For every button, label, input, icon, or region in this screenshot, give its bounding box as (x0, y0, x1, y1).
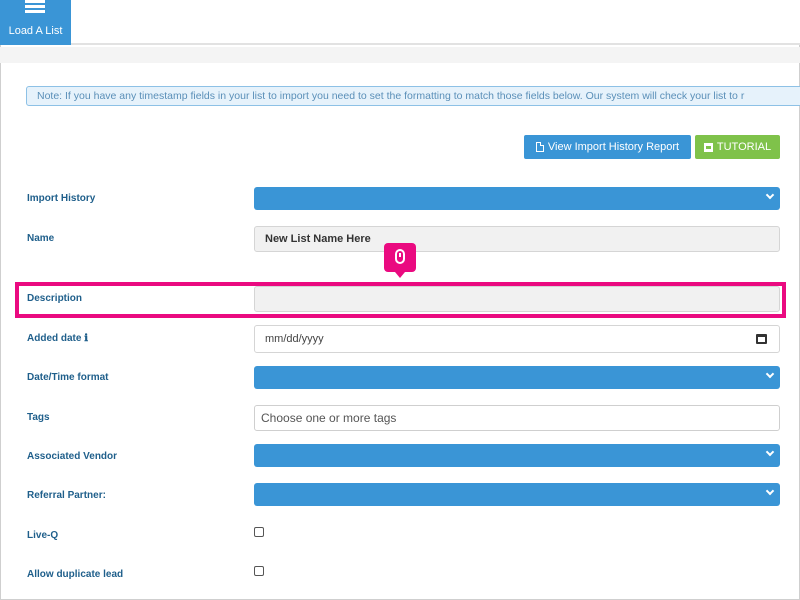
tutorial-label: TUTORIAL (716, 141, 772, 153)
chevron-down-icon (765, 369, 775, 379)
chevron-down-icon (765, 190, 775, 200)
referral-partner-label: Referral Partner: (27, 490, 106, 501)
view-import-history-label: View Import History Report (547, 141, 680, 153)
live-q-label: Live-Q (27, 530, 59, 541)
click-indicator (384, 243, 416, 278)
tutorial-button[interactable]: TUTORIAL (695, 135, 780, 159)
live-q-checkbox[interactable] (254, 527, 264, 537)
referral-partner-select[interactable] (254, 483, 780, 506)
allow-duplicate-lead-label: Allow duplicate lead (27, 569, 124, 580)
tab-label: Load A List (8, 25, 63, 37)
import-history-label: Import History (27, 193, 96, 204)
datetime-format-select[interactable] (254, 366, 780, 389)
mouse-icon (395, 249, 405, 264)
date-placeholder: mm/dd/yyyy (265, 333, 324, 345)
datetime-format-label: Date/Time format (27, 372, 109, 383)
description-label: Description (27, 293, 83, 304)
chevron-down-icon (765, 447, 775, 457)
info-note: Note: If you have any timestamp fields i… (26, 86, 800, 106)
view-import-history-button[interactable]: View Import History Report (524, 135, 691, 159)
tags-input[interactable]: Choose one or more tags (254, 405, 780, 431)
associated-vendor-select[interactable] (254, 444, 780, 467)
image-icon (703, 142, 713, 152)
import-history-select[interactable] (254, 187, 780, 210)
name-input[interactable]: New List Name Here (254, 226, 780, 252)
chevron-down-icon (765, 486, 775, 496)
tags-label: Tags (27, 412, 50, 423)
added-date-label: Added date ℹ (27, 333, 89, 344)
document-icon (535, 142, 544, 152)
associated-vendor-label: Associated Vendor (27, 451, 118, 462)
header-strip (0, 47, 800, 63)
added-date-input[interactable]: mm/dd/yyyy (254, 325, 780, 353)
top-bar: Load A List (0, 0, 800, 45)
name-label: Name (27, 233, 55, 244)
description-input[interactable] (254, 286, 780, 312)
calendar-icon[interactable] (756, 334, 767, 344)
allow-duplicate-lead-checkbox[interactable] (254, 566, 264, 576)
list-icon (25, 0, 45, 14)
tab-load-a-list[interactable]: Load A List (0, 0, 71, 45)
